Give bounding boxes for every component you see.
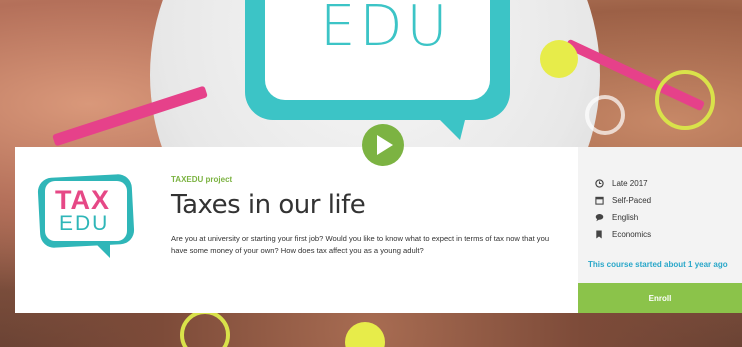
enroll-button[interactable]: Enroll bbox=[578, 283, 742, 313]
course-meta-list: Late 2017 Self-Paced English Economics bbox=[594, 175, 651, 243]
meta-start-label: Late 2017 bbox=[612, 179, 648, 188]
hero-ring bbox=[655, 70, 715, 130]
play-video-button[interactable] bbox=[362, 124, 404, 166]
logo-text-bottom: EDU bbox=[59, 212, 110, 235]
course-logo: TAX EDU bbox=[37, 172, 137, 260]
course-title: Taxes in our life bbox=[171, 190, 366, 220]
hero-watermark: EDU bbox=[320, 0, 452, 59]
calendar-icon bbox=[594, 196, 604, 206]
hero-ball bbox=[345, 322, 385, 347]
meta-start: Late 2017 bbox=[594, 175, 651, 192]
meta-pace-label: Self-Paced bbox=[612, 196, 652, 205]
hero-ring bbox=[180, 310, 230, 347]
hero-ball bbox=[540, 40, 578, 78]
logo-tail bbox=[92, 240, 110, 258]
speech-icon bbox=[594, 213, 604, 223]
meta-language: English bbox=[594, 209, 651, 226]
meta-subject: Economics bbox=[594, 226, 651, 243]
play-icon bbox=[377, 135, 393, 155]
course-meta-panel: Late 2017 Self-Paced English Economics T… bbox=[578, 147, 742, 313]
bookmark-icon bbox=[594, 230, 604, 240]
meta-pace: Self-Paced bbox=[594, 192, 651, 209]
course-description: Are you at university or starting your f… bbox=[171, 234, 550, 255]
hero-ring bbox=[585, 95, 625, 135]
meta-language-label: English bbox=[612, 213, 639, 222]
course-card: TAX EDU TAXEDU project Taxes in our life… bbox=[15, 147, 578, 313]
meta-subject-label: Economics bbox=[612, 230, 652, 239]
clock-icon bbox=[594, 179, 604, 189]
course-started-note: This course started about 1 year ago bbox=[588, 260, 728, 269]
hero-speech-bubble-tail bbox=[420, 100, 470, 140]
course-project-link[interactable]: TAXEDU project bbox=[171, 175, 232, 184]
